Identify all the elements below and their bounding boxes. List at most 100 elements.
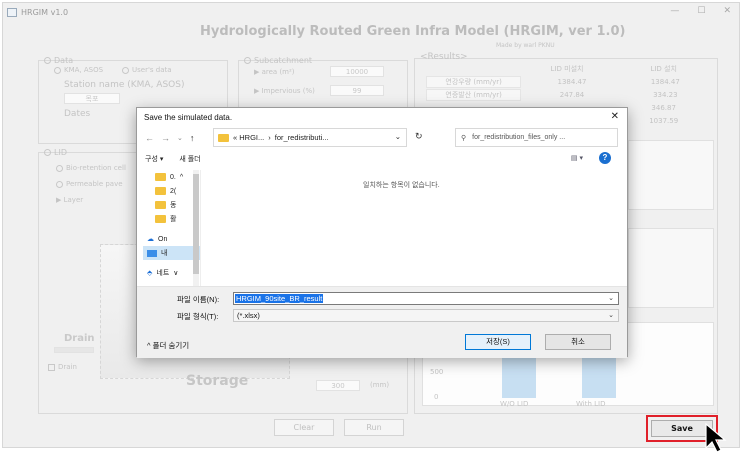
breadcrumb-parent[interactable]: « HRGI... xyxy=(233,133,264,142)
chevron-up-icon[interactable]: ^ xyxy=(147,341,151,350)
storage-input[interactable]: 300 xyxy=(316,380,360,391)
expand-icon[interactable]: ∨ xyxy=(173,269,178,277)
chart-ytick-zero: 0 xyxy=(434,393,439,401)
tree-scrollbar[interactable] xyxy=(193,170,199,286)
table-row: 연증발산 (mm/yr) 247.84 334.23 xyxy=(422,88,712,101)
lid-option-permeable[interactable]: Permeable pave xyxy=(56,180,123,188)
drain-checkbox[interactable]: Drain xyxy=(48,363,77,371)
search-icon: ⚲ xyxy=(461,134,467,142)
results-row-label: 연증발산 (mm/yr) xyxy=(426,88,522,101)
minimize-icon[interactable]: — xyxy=(670,6,679,16)
window-controls: — ☐ ✕ xyxy=(670,6,731,16)
results-chart-1 xyxy=(628,140,714,210)
breadcrumb-separator: › xyxy=(268,133,271,142)
dialog-save-button[interactable]: 저장(S) xyxy=(465,334,531,350)
tree-item[interactable]: 활 xyxy=(143,212,200,226)
run-button[interactable]: Run xyxy=(344,419,404,436)
collapse-icon[interactable]: ^ xyxy=(180,174,183,181)
station-label: Station name (KMA, ASOS) xyxy=(64,80,185,90)
page-subtitle: Made by warl PKNU xyxy=(496,42,555,49)
tree-item-onedrive[interactable]: ☁ On xyxy=(143,232,200,246)
data-radio-icon[interactable] xyxy=(44,57,51,64)
results-cell: 247.84 xyxy=(559,90,585,99)
filename-dropdown-icon[interactable]: ⌄ xyxy=(608,294,614,302)
results-header-row: LID 미설치 LID 설치 xyxy=(422,62,712,75)
organize-menu[interactable]: 구성 ▾ xyxy=(145,154,163,164)
tree-item[interactable]: 0. ^ xyxy=(143,170,200,184)
hide-folders-toggle[interactable]: ^ 폴더 숨기기 xyxy=(147,340,189,351)
save-dialog: Save the simulated data. ✕ ← → ⌄ ↑ « HRG… xyxy=(136,107,628,358)
clear-button[interactable]: Clear xyxy=(274,419,334,436)
address-chevron-icon[interactable]: ⌄ xyxy=(395,132,401,141)
dialog-close-icon[interactable]: ✕ xyxy=(611,111,619,122)
dialog-cancel-button[interactable]: 취소 xyxy=(545,334,611,350)
radio-user-data[interactable]: User's data xyxy=(122,66,172,74)
empty-folder-message: 일치하는 항목이 없습니다. xyxy=(363,182,440,189)
chart-ytick: 500 xyxy=(430,368,444,376)
filetype-select[interactable]: (*.xlsx) ⌄ xyxy=(233,309,619,322)
close-icon[interactable]: ✕ xyxy=(723,6,731,16)
tree-item[interactable]: 2( xyxy=(143,184,200,198)
new-folder-button[interactable]: 새 폴더 xyxy=(179,154,200,164)
results-header: LID 미설치 xyxy=(550,64,584,73)
forward-arrow-icon[interactable]: → xyxy=(161,133,170,143)
search-placeholder: for_redistribution_files_only ... xyxy=(472,134,566,141)
tree-item-network[interactable]: ⬘ 네트 ∨ xyxy=(143,266,200,280)
results-label: <Results> xyxy=(420,52,468,62)
folder-icon xyxy=(155,215,166,223)
results-chart-2 xyxy=(628,228,714,308)
filetype-label: 파일 형식(T): xyxy=(177,312,219,321)
subcatchment-label: Subcatchment xyxy=(244,56,312,65)
tree-item[interactable]: 동 xyxy=(143,198,200,212)
search-input[interactable]: ⚲ for_redistribution_files_only ... xyxy=(455,128,618,147)
tree-item-this-pc[interactable]: 내 xyxy=(143,246,200,260)
chart-xlabel: With LID xyxy=(576,400,606,408)
layer-label: ▶ Layer xyxy=(56,196,84,204)
maximize-icon[interactable]: ☐ xyxy=(697,6,705,16)
mouse-pointer-icon xyxy=(705,422,727,453)
checkbox-icon[interactable] xyxy=(48,363,55,371)
radio-kma[interactable]: KMA, ASOS xyxy=(54,66,103,74)
results-cell: 1384.47 xyxy=(650,77,680,86)
dialog-toolbar: 구성 ▾ 새 폴더 ▤ ▾ ? xyxy=(145,152,619,166)
station-select[interactable]: 목포 xyxy=(64,93,120,104)
help-icon[interactable]: ? xyxy=(599,152,611,164)
app-icon xyxy=(7,7,17,17)
radio-permeable-icon[interactable] xyxy=(56,180,63,188)
up-arrow-icon[interactable]: ↑ xyxy=(190,133,195,143)
subcatchment-radio-icon[interactable] xyxy=(244,57,251,64)
recent-chevron-icon[interactable]: ⌄ xyxy=(177,134,183,142)
filename-value[interactable]: HRGIM_90site_BR_result xyxy=(235,294,324,303)
folder-icon xyxy=(218,133,229,142)
page-title: Hydrologically Routed Green Infra Model … xyxy=(200,24,626,39)
drain-label: Drain xyxy=(64,333,95,344)
lid-option-bioretention[interactable]: Bio-retention cell xyxy=(56,164,126,172)
scrollbar-thumb[interactable] xyxy=(193,174,199,274)
lid-radio-icon[interactable] xyxy=(44,149,51,156)
radio-kma-icon[interactable] xyxy=(54,66,61,74)
table-row: 연강우량 (mm/yr) 1384.47 1384.47 xyxy=(422,75,712,88)
breadcrumb-current[interactable]: for_redistributi... xyxy=(275,133,329,142)
filename-label: 파일 이름(N): xyxy=(177,295,220,304)
storage-unit: (mm) xyxy=(370,381,390,389)
cloud-icon: ☁ xyxy=(147,236,154,243)
window-title: HRGIM v1.0 xyxy=(21,7,69,17)
folder-icon xyxy=(155,201,166,209)
radio-bioretention-icon[interactable] xyxy=(56,164,63,172)
radio-user-icon[interactable] xyxy=(122,66,129,74)
window-titlebar: HRGIM v1.0 xyxy=(3,3,739,21)
filetype-dropdown-icon[interactable]: ⌄ xyxy=(608,311,614,319)
chart-xlabel: W/O LID xyxy=(500,400,529,408)
view-options-icon[interactable]: ▤ ▾ xyxy=(571,154,583,162)
results-cell: 346.87 xyxy=(651,103,676,112)
address-bar[interactable]: « HRGI... › for_redistributi... ⌄ xyxy=(213,128,407,147)
back-arrow-icon[interactable]: ← xyxy=(145,133,154,143)
folder-icon xyxy=(155,187,166,195)
area-input[interactable]: 10000 xyxy=(330,66,384,77)
filename-input[interactable]: HRGIM_90site_BR_result ⌄ xyxy=(233,292,619,305)
filetype-value: (*.xlsx) xyxy=(237,311,260,320)
refresh-icon[interactable]: ↻ xyxy=(415,131,423,142)
data-group-label: Data xyxy=(44,56,73,65)
drain-slider[interactable] xyxy=(54,347,94,353)
impervious-input[interactable]: 99 xyxy=(330,85,384,96)
